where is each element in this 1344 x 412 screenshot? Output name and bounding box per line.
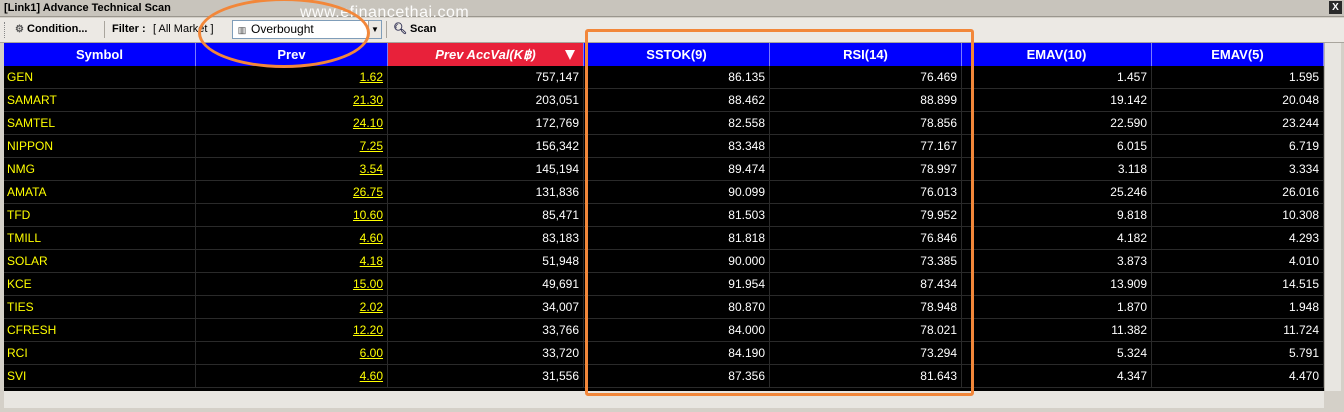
vertical-scrollbar[interactable] [1324, 43, 1341, 391]
cell-prev-accval: 49,691 [388, 273, 584, 296]
filter-label: Filter : [112, 23, 146, 35]
cell-prev[interactable]: 15.00 [196, 273, 388, 296]
cell-prev[interactable]: 4.60 [196, 365, 388, 388]
cell-prev-accval: 757,147 [388, 66, 584, 89]
window-titlebar: [Link1] Advance Technical Scan X [0, 0, 1344, 17]
cell-prev[interactable]: 2.02 [196, 296, 388, 319]
cell-prev[interactable]: 3.54 [196, 158, 388, 181]
cell-prev-accval: 172,769 [388, 112, 584, 135]
cell-emav5: 23.244 [1152, 112, 1324, 135]
cell-prev[interactable]: 21.30 [196, 89, 388, 112]
cell-prev-accval: 145,194 [388, 158, 584, 181]
cell-symbol[interactable]: NIPPON [4, 135, 196, 158]
cell-emav10: 1.870 [962, 296, 1152, 319]
cell-symbol[interactable]: TIES [4, 296, 196, 319]
cell-emav5: 26.016 [1152, 181, 1324, 204]
cell-prev-accval: 131,836 [388, 181, 584, 204]
cell-emav5: 5.791 [1152, 342, 1324, 365]
annotation-rectangle [585, 29, 974, 396]
cell-emav10: 3.873 [962, 250, 1152, 273]
toolbar-grip[interactable] [4, 22, 8, 38]
cell-emav10: 25.246 [962, 181, 1152, 204]
toolbar-separator [386, 21, 387, 38]
condition-label: Condition... [27, 23, 88, 35]
cell-prev-accval: 85,471 [388, 204, 584, 227]
cell-emav10: 5.324 [962, 342, 1152, 365]
scan-label: Scan [410, 23, 437, 35]
cell-emav5: 1.948 [1152, 296, 1324, 319]
cell-emav10: 4.347 [962, 365, 1152, 388]
cell-emav5: 3.334 [1152, 158, 1324, 181]
cell-prev[interactable]: 6.00 [196, 342, 388, 365]
cell-emav10: 11.382 [962, 319, 1152, 342]
header-emav10[interactable]: EMAV(10) [962, 43, 1152, 66]
cell-emav10: 6.015 [962, 135, 1152, 158]
cell-symbol[interactable]: NMG [4, 158, 196, 181]
cell-prev[interactable]: 4.60 [196, 227, 388, 250]
cell-prev-accval: 33,720 [388, 342, 584, 365]
cell-prev[interactable]: 12.20 [196, 319, 388, 342]
cell-prev-accval: 51,948 [388, 250, 584, 273]
cell-emav10: 1.457 [962, 66, 1152, 89]
cell-emav10: 13.909 [962, 273, 1152, 296]
cell-prev[interactable]: 7.25 [196, 135, 388, 158]
cell-symbol[interactable]: AMATA [4, 181, 196, 204]
cell-prev[interactable]: 26.75 [196, 181, 388, 204]
cell-emav5: 10.308 [1152, 204, 1324, 227]
header-emav5[interactable]: EMAV(5) [1152, 43, 1324, 66]
header-prev-accval[interactable]: Prev AccVal(K฿) [388, 43, 584, 66]
header-symbol[interactable]: Symbol [4, 43, 196, 66]
header-prev-accval-label: Prev AccVal(K฿) [435, 47, 536, 62]
cell-prev-accval: 203,051 [388, 89, 584, 112]
cell-symbol[interactable]: SOLAR [4, 250, 196, 273]
cell-prev-accval: 156,342 [388, 135, 584, 158]
cell-prev[interactable]: 10.60 [196, 204, 388, 227]
condition-icon: ⚙ [15, 24, 24, 35]
cell-emav5: 11.724 [1152, 319, 1324, 342]
cell-emav10: 19.142 [962, 89, 1152, 112]
cell-prev[interactable]: 1.62 [196, 66, 388, 89]
cell-symbol[interactable]: SVI [4, 365, 196, 388]
cell-prev-accval: 83,183 [388, 227, 584, 250]
cell-symbol[interactable]: SAMTEL [4, 112, 196, 135]
toolbar-separator [104, 21, 105, 38]
cell-emav5: 4.010 [1152, 250, 1324, 273]
cell-prev-accval: 31,556 [388, 365, 584, 388]
annotation-circle [198, 0, 370, 68]
cell-symbol[interactable]: GEN [4, 66, 196, 89]
sort-desc-icon [565, 50, 575, 60]
cell-prev[interactable]: 24.10 [196, 112, 388, 135]
cell-emav5: 1.595 [1152, 66, 1324, 89]
cell-emav5: 20.048 [1152, 89, 1324, 112]
cell-symbol[interactable]: SAMART [4, 89, 196, 112]
cell-emav10: 9.818 [962, 204, 1152, 227]
cell-emav10: 4.182 [962, 227, 1152, 250]
cell-emav5: 6.719 [1152, 135, 1324, 158]
cell-symbol[interactable]: TMILL [4, 227, 196, 250]
cell-emav5: 4.293 [1152, 227, 1324, 250]
cell-emav10: 3.118 [962, 158, 1152, 181]
condition-button[interactable]: ⚙ Condition... [12, 20, 100, 39]
window-title: [Link1] Advance Technical Scan [4, 2, 171, 14]
cell-symbol[interactable]: TFD [4, 204, 196, 227]
cell-prev-accval: 33,766 [388, 319, 584, 342]
cell-symbol[interactable]: KCE [4, 273, 196, 296]
close-button[interactable]: X [1329, 1, 1342, 14]
cell-emav10: 22.590 [962, 112, 1152, 135]
cell-prev[interactable]: 4.18 [196, 250, 388, 273]
cell-symbol[interactable]: CFRESH [4, 319, 196, 342]
search-icon: 🔍︎ [393, 23, 407, 35]
chevron-down-icon[interactable]: ▼ [368, 21, 381, 38]
cell-symbol[interactable]: RCI [4, 342, 196, 365]
cell-prev-accval: 34,007 [388, 296, 584, 319]
scan-button[interactable]: 🔍︎ Scan [390, 20, 442, 39]
cell-emav5: 4.470 [1152, 365, 1324, 388]
cell-emav5: 14.515 [1152, 273, 1324, 296]
